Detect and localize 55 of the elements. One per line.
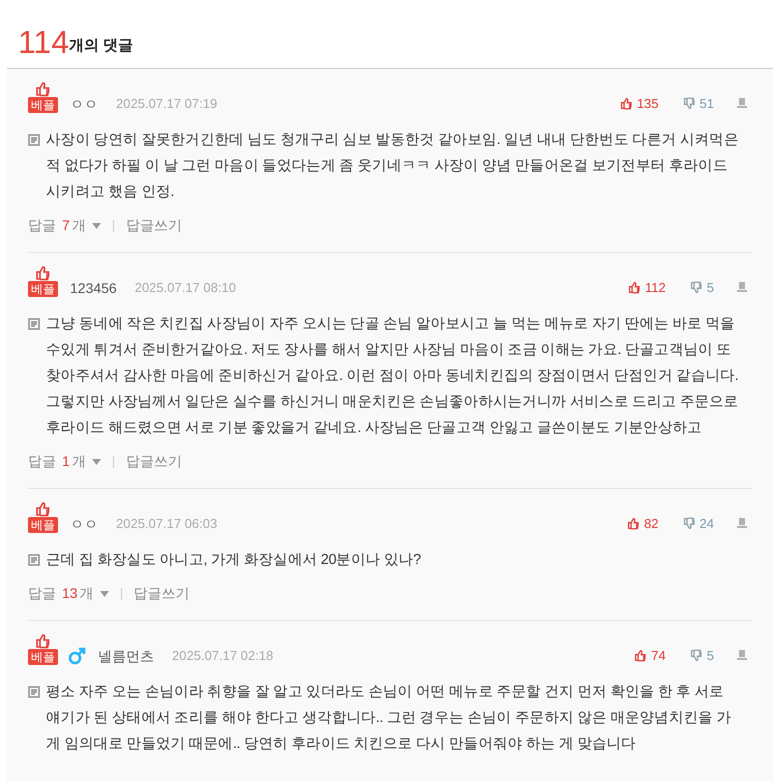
- thumbs-down-icon: [690, 280, 703, 294]
- replies-toggle[interactable]: 답글 1 개: [28, 451, 101, 472]
- report-icon[interactable]: [736, 517, 748, 530]
- comment-text: 사장이 당연히 잘못한거긴한데 님도 청개구리 심보 발동한것 같아보임. 일년 내내 단한번도 다른거 시켜먹은적 없다가 하필 이 날 그런 마음이 들었다는게 좀 웃기네ㅋㅋ 사장이 양념 만들어온걸 보기전부터 후라이드 시키려고 했음 인정.: [46, 131, 740, 202]
- document-icon: [28, 554, 40, 566]
- comment-date: 2025.07.17 06:03: [116, 515, 218, 533]
- thumbs-up-icon: [35, 501, 51, 517]
- thumbs-down-icon: [690, 648, 703, 662]
- replies-toggle[interactable]: 답글 13 개: [28, 583, 109, 604]
- write-reply-link[interactable]: 답글쓰기: [126, 215, 182, 236]
- write-reply-link[interactable]: 답글쓰기: [126, 451, 182, 472]
- best-comment-badge: 베플: [28, 97, 58, 113]
- thumbs-up-icon: [35, 633, 51, 649]
- comment-date: 2025.07.17 07:19: [116, 95, 218, 113]
- dislike-button[interactable]: 5: [690, 646, 714, 665]
- comment-author[interactable]: ㅇㅇ: [70, 95, 98, 113]
- comment-author[interactable]: 넬름먼츠: [98, 647, 154, 665]
- like-button[interactable]: 135: [620, 94, 659, 113]
- comment-author[interactable]: 123456: [70, 279, 117, 297]
- dislike-button[interactable]: 51: [682, 94, 714, 113]
- like-button[interactable]: 112: [628, 278, 666, 297]
- report-icon[interactable]: [736, 649, 748, 662]
- like-button[interactable]: 82: [627, 514, 659, 533]
- document-icon: [28, 686, 40, 698]
- thumbs-up-icon: [620, 96, 633, 110]
- thumbs-up-icon: [634, 648, 648, 662]
- caret-icon: [92, 458, 101, 464]
- replies-toggle[interactable]: 답글 7 개: [28, 215, 101, 236]
- dislike-button[interactable]: 24: [682, 514, 714, 533]
- document-icon: [28, 134, 40, 146]
- thumbs-up-icon: [627, 516, 640, 530]
- best-comment-badge: 베플: [28, 517, 58, 533]
- best-comment-badge: 베플: [28, 281, 58, 297]
- report-icon[interactable]: [736, 281, 748, 294]
- thumbs-up-icon: [628, 280, 642, 294]
- caret-icon: [100, 590, 109, 596]
- thumbs-down-icon: [682, 516, 696, 530]
- comment-date: 2025.07.17 02:18: [172, 647, 274, 665]
- comment-date: 2025.07.17 08:10: [134, 279, 236, 297]
- comment-count-label: 개의 댓글: [69, 36, 134, 56]
- write-reply-link[interactable]: 답글쓰기: [134, 583, 190, 604]
- comment-text: 평소 자주 오는 손님이라 취향을 잘 알고 있더라도 손님이 어떤 메뉴로 주문할 건지 먼저 확인을 한 후 서로 얘기가 된 상태에서 조리를 해야 한다고 생각합니다.. 그런 경우는 손님이 주문하지 않은 매운양념치킨을 가게 임의대로 만들었기 때문에.. 당연히 후라이드 치킨으로 다시 만들어줘야 하는 게 맞습니다: [46, 683, 732, 754]
- thumbs-up-icon: [35, 81, 51, 97]
- dislike-button[interactable]: 5: [690, 278, 714, 297]
- report-icon[interactable]: [736, 97, 748, 110]
- thumbs-down-icon: [682, 96, 696, 110]
- comment-text: 그냥 동네에 작은 치킨집 사장님이 자주 오시는 단골 손님 알아보시고 늘 먹는 메뉴로 자기 딴에는 바로 먹을 수있게 튀겨서 준비한거같아요. 저도 장사를 해서 알지만 사장님 마음이 조금 이해는 가요. 단골고객님이 또 찾아주셔서 감사한 마음에 준비하신거 같아요. 이런 점이 아마 동네치킨집의 장점이면서 단점인거 같습니다. 그렇지만 사장님께서 일단은 실수를 하신거니 매운치킨은 손님좋아하시는거니까 서비스로 드리고 주문으로 후라이드 해드렸으면 서로 기분 좋았을거 같네요. 사장님은 단골고객 안잃고 글쓴이분도 기분안상하고: [46, 315, 740, 438]
- comment-author[interactable]: ㅇㅇ: [70, 515, 98, 533]
- comment-count: 114: [18, 24, 70, 60]
- document-icon: [28, 318, 40, 330]
- best-comment-badge: 베플: [28, 649, 58, 665]
- thumbs-up-icon: [35, 265, 51, 281]
- comment-text: 근데 집 화장실도 아니고, 가게 화장실에서 20분이나 있나?: [46, 551, 421, 570]
- caret-icon: [92, 222, 101, 228]
- like-button[interactable]: 74: [634, 646, 666, 665]
